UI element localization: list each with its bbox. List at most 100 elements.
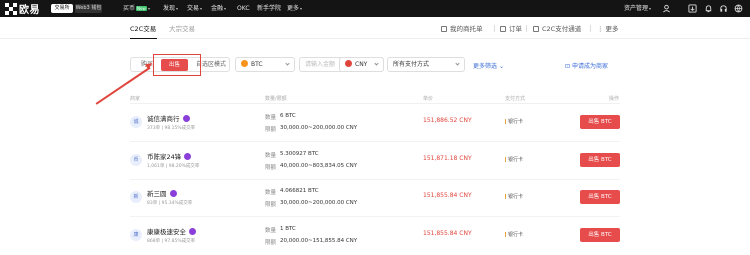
ads-icon — [441, 26, 447, 32]
tab-block-trade[interactable]: 大宗交易 — [169, 23, 195, 33]
limit-value: 30,000.00~200,000.00 CNY — [280, 200, 358, 206]
download-icon[interactable] — [688, 4, 697, 13]
col-merchant: 商家 — [130, 96, 141, 102]
divider — [526, 25, 527, 32]
new-badge: New — [136, 6, 147, 11]
user-icon[interactable] — [662, 4, 671, 13]
limit-value: 40,000.00~803,834.05 CNY — [280, 163, 358, 169]
qty-value: 5.300927 BTC — [280, 151, 319, 157]
apply-merchant-link[interactable]: ⊡ 申请成为商家 — [565, 61, 608, 70]
nav-item-trade[interactable]: 交易 — [187, 3, 203, 14]
qty-value: 1 BTC — [280, 226, 296, 232]
table-row: 币 币陈家24锋 1,061单 | 98.20%成交率 数量 5.300927 … — [130, 143, 620, 180]
price: 151,871.18 CNY — [423, 155, 472, 162]
support-icon[interactable] — [719, 4, 728, 13]
qty-label: 数量 — [265, 190, 277, 196]
more-link[interactable]: ⋮ 更多 — [597, 23, 619, 33]
avatar: 新 — [130, 191, 142, 203]
divider — [590, 25, 591, 32]
payment-method: 银行卡 — [505, 231, 523, 238]
verified-badge-icon — [184, 153, 192, 160]
merchant-stats: 1,061单 | 98.20%成交率 — [147, 164, 200, 169]
verified-badge-icon — [169, 190, 177, 197]
page: 欧易 交易所 Web3 钱包 买币 New 发现 交易 金融 OKC 新手学院 更… — [0, 0, 750, 255]
price: 151,855.84 CNY — [423, 192, 472, 199]
sell-btc-button[interactable]: 出售 BTC — [580, 190, 620, 204]
chevron-down-icon — [374, 61, 379, 66]
okx-logo[interactable]: 欧易 — [5, 2, 40, 16]
payment-icon — [533, 26, 539, 32]
bell-icon[interactable] — [704, 4, 713, 13]
col-action: 操作 — [609, 96, 620, 102]
more-dots-icon: ⋮ — [597, 25, 604, 33]
merchant-icon: ⊡ — [565, 63, 571, 70]
sell-btc-button[interactable]: 出售 BTC — [580, 115, 620, 129]
coin-select[interactable]: BTC — [235, 57, 295, 72]
merchant-name[interactable]: 康康极速安全 — [147, 226, 196, 236]
avatar: 币 — [130, 154, 142, 166]
c2c-payment-link[interactable]: C2C支付通道 — [533, 23, 581, 33]
qty-label: 数量 — [265, 115, 277, 121]
my-ads-link[interactable]: 我的商托单 — [441, 23, 483, 33]
table-row: 康 康康极速安全 868单 | 97.85%成交率 数量 1 BTC 限额 20… — [130, 218, 620, 254]
top-nav: 欧易 交易所 Web3 钱包 买币 New 发现 交易 金融 OKC 新手学院 更… — [0, 0, 750, 17]
tab-c2c-trade[interactable]: C2C交易 — [130, 23, 156, 33]
merchant-stats: 373单 | 98.15%成交率 — [147, 126, 196, 131]
payment-method: 银行卡 — [505, 193, 523, 200]
sub-nav: C2C交易 大宗交易 我的商托单 订单 C2C支付通道 ⋮ 更多 — [0, 17, 750, 39]
exchange-pill[interactable]: 交易所 — [51, 4, 73, 13]
btc-icon — [241, 60, 248, 67]
limit-label: 限额 — [265, 165, 277, 171]
sell-btc-button[interactable]: 出售 BTC — [580, 153, 620, 167]
limit-label: 限额 — [265, 240, 277, 246]
merchant-name[interactable]: 币陈家24锋 — [147, 151, 192, 161]
sell-btc-button[interactable]: 出售 BTC — [580, 228, 620, 242]
merchant-name[interactable]: 诚信满商行 — [147, 113, 190, 123]
currency-select[interactable]: CNY — [339, 57, 384, 72]
merchant-stats: 868单 | 97.85%成交率 — [147, 239, 196, 244]
chevron-down-icon — [455, 61, 460, 66]
cny-icon — [345, 60, 352, 67]
table-header: 商家 数量/限额 单价 支付方式 操作 — [130, 94, 620, 104]
price: 151,886.52 CNY — [423, 117, 472, 124]
col-quantity-limit: 数量/限额 — [265, 96, 287, 102]
price: 151,855.84 CNY — [423, 230, 472, 237]
logo-icon — [5, 2, 17, 15]
nav-item-more[interactable]: 更多 — [287, 3, 303, 14]
limit-value: 20,000.00~151,855.84 CNY — [280, 238, 358, 244]
qty-value: 6 BTC — [280, 113, 296, 119]
table-row: 诚 诚信满商行 373单 | 98.15%成交率 数量 6 BTC 限额 30,… — [130, 105, 620, 142]
merchant-name[interactable]: 新三圆 — [147, 188, 177, 198]
asset-management[interactable]: 资产管理 — [624, 3, 652, 14]
avatar: 诚 — [130, 116, 142, 128]
payment-method: 银行卡 — [505, 118, 523, 125]
nav-item-finance[interactable]: 金融 — [211, 3, 227, 14]
nav-item-buy-crypto[interactable]: 买币 New — [123, 3, 150, 14]
qty-value: 4.066821 BTC — [280, 188, 319, 194]
more-filters-link[interactable]: 更多筛选 ⌄ — [473, 61, 504, 70]
col-payment: 支付方式 — [505, 96, 526, 102]
nav-item-discover[interactable]: 发现 — [163, 3, 179, 14]
chevron-down-icon: ⌄ — [498, 63, 504, 70]
orders-icon — [500, 26, 506, 32]
logo-text: 欧易 — [19, 5, 40, 16]
merchant-stats: 83单 | 95.34%成交率 — [147, 201, 193, 206]
qty-label: 数量 — [265, 228, 277, 234]
highlight-box — [153, 54, 201, 76]
language-globe-icon[interactable] — [734, 4, 743, 13]
limit-label: 限额 — [265, 127, 277, 133]
limit-label: 限额 — [265, 202, 277, 208]
payment-method-select[interactable]: 所有支付方式 — [387, 57, 465, 72]
web3-wallet-pill[interactable]: Web3 钱包 — [75, 4, 102, 13]
divider — [494, 25, 495, 32]
avatar: 康 — [130, 229, 142, 241]
chevron-down-icon — [285, 61, 290, 66]
nav-item-academy[interactable]: 新手学院 — [257, 3, 281, 14]
verified-badge-icon — [182, 115, 190, 122]
orders-link[interactable]: 订单 — [500, 23, 522, 33]
nav-item-okc[interactable]: OKC — [237, 3, 250, 14]
limit-value: 30,000.00~200,000.00 CNY — [280, 125, 358, 131]
qty-label: 数量 — [265, 153, 277, 159]
col-price: 单价 — [423, 96, 434, 102]
verified-badge-icon — [189, 228, 196, 235]
